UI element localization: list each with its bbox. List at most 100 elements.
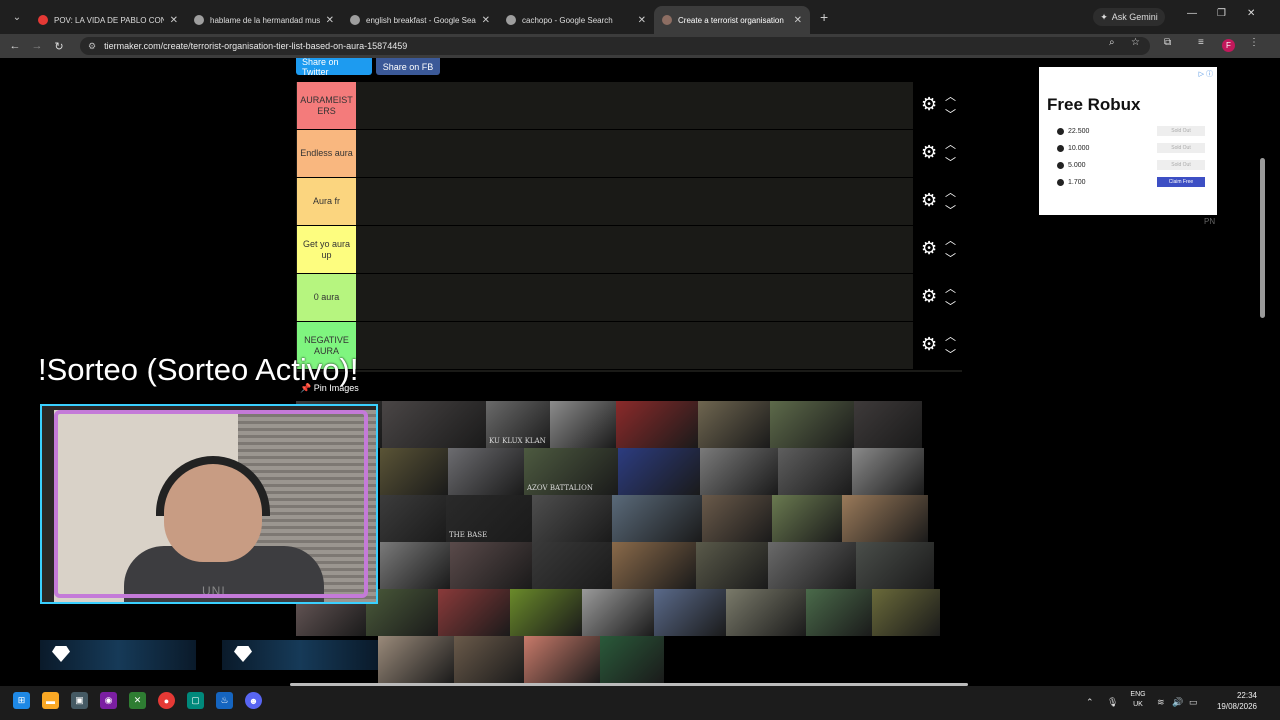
discord-icon[interactable]: ☻: [245, 692, 262, 709]
restore-icon[interactable]: ❐: [1217, 8, 1226, 19]
volume-icon[interactable]: 🔊: [1172, 697, 1183, 708]
ad-offer-button[interactable]: Claim Free: [1157, 177, 1205, 187]
tab-close-icon[interactable]: ✕: [482, 15, 490, 26]
tier-image-item[interactable]: [438, 589, 510, 636]
microphone-icon[interactable]: 🎙: [1107, 697, 1118, 708]
close-window-icon[interactable]: ✕: [1247, 8, 1255, 19]
browser-tab[interactable]: Create a terrorist organisation ✕: [654, 6, 810, 34]
profile-avatar[interactable]: F: [1222, 39, 1235, 52]
tier-image-item[interactable]: [778, 448, 852, 495]
tier-image-item[interactable]: [768, 542, 856, 589]
tier-image-item[interactable]: [510, 589, 582, 636]
tier-label[interactable]: AURAMEIST ERS: [297, 82, 356, 129]
site-info-icon[interactable]: ⚙: [88, 41, 96, 52]
share-twitter-button[interactable]: Share on Twitter: [296, 57, 372, 77]
new-tab-button[interactable]: +: [820, 9, 828, 25]
tier-image-item[interactable]: [550, 401, 616, 448]
bookmark-star-icon[interactable]: ☆: [1131, 37, 1140, 48]
vertical-scrollbar[interactable]: [1257, 62, 1267, 682]
tier-image-item[interactable]: [380, 495, 446, 542]
browser-tab[interactable]: english breakfast - Google Sear ✕: [342, 6, 498, 34]
ad-offer-button[interactable]: Sold Out: [1157, 160, 1205, 170]
tier-image-item[interactable]: [854, 401, 922, 448]
tier-image-item[interactable]: [454, 636, 524, 683]
tier-image-item[interactable]: [856, 542, 934, 589]
file-explorer-icon[interactable]: ▬: [42, 692, 59, 709]
wifi-icon[interactable]: ≋: [1157, 697, 1165, 708]
tier-image-item[interactable]: THE BASE: [446, 495, 532, 542]
tier-image-item[interactable]: [842, 495, 928, 542]
address-bar[interactable]: ⚙ tiermaker.com/create/terrorist-organis…: [80, 37, 1150, 55]
tier-image-item[interactable]: [852, 448, 924, 495]
tier-label[interactable]: 0 aura: [297, 274, 356, 321]
tier-image-item[interactable]: [654, 589, 726, 636]
tier-image-item[interactable]: [448, 448, 524, 495]
tier-image-item[interactable]: [702, 495, 772, 542]
chevron-down-icon[interactable]: ﹀: [945, 346, 956, 362]
store-icon[interactable]: ▣: [71, 692, 88, 709]
tier-drop-zone[interactable]: [357, 130, 913, 177]
chevron-up-icon[interactable]: ︿: [945, 88, 956, 104]
menu-kebab-icon[interactable]: ⋮: [1249, 37, 1259, 48]
tier-image-item[interactable]: [532, 495, 612, 542]
gear-icon[interactable]: ⚙: [921, 94, 937, 114]
tier-image-item[interactable]: [450, 542, 532, 589]
scroll-thumb[interactable]: [1260, 158, 1265, 318]
tier-label[interactable]: Endless aura: [297, 130, 356, 177]
browser-tab[interactable]: hablame de la hermandad mus ✕: [186, 6, 342, 34]
gear-icon[interactable]: ⚙: [921, 286, 937, 306]
gear-icon[interactable]: ⚙: [921, 190, 937, 210]
tier-image-item[interactable]: [700, 448, 778, 495]
chrome-icon[interactable]: ●: [158, 692, 175, 709]
ad-offer-button[interactable]: Sold Out: [1157, 143, 1205, 153]
minimize-icon[interactable]: —: [1187, 8, 1197, 19]
language-indicator[interactable]: ENG UK: [1126, 690, 1150, 710]
tier-label[interactable]: Aura fr: [297, 178, 356, 225]
battery-icon[interactable]: ▭: [1189, 697, 1198, 708]
tray-chevron-icon[interactable]: ⌃: [1086, 697, 1094, 708]
tier-drop-zone[interactable]: [357, 274, 913, 321]
xbox-icon[interactable]: ✕: [129, 692, 146, 709]
browser-tab[interactable]: cachopo - Google Search ✕: [498, 6, 654, 34]
tier-image-item[interactable]: AZOV BATTALION: [524, 448, 618, 495]
chevron-up-icon[interactable]: ︿: [945, 280, 956, 296]
tier-image-item[interactable]: [698, 401, 770, 448]
tier-image-item[interactable]: [532, 542, 612, 589]
reading-list-icon[interactable]: ≡: [1198, 37, 1204, 48]
ad-offer-button[interactable]: Sold Out: [1157, 126, 1205, 136]
tier-image-item[interactable]: [618, 448, 700, 495]
chevron-up-icon[interactable]: ︿: [945, 136, 956, 152]
tab-close-icon[interactable]: ✕: [794, 15, 802, 26]
share-facebook-button[interactable]: Share on FB: [376, 58, 440, 75]
tier-image-item[interactable]: [616, 401, 698, 448]
tier-image-item[interactable]: [582, 589, 654, 636]
tier-image-item[interactable]: [600, 636, 664, 683]
ask-gemini-button[interactable]: ✦ Ask Gemini: [1093, 8, 1165, 26]
tier-image-item[interactable]: [612, 495, 702, 542]
tier-image-item[interactable]: [770, 401, 854, 448]
tier-image-item[interactable]: [382, 401, 486, 448]
tab-search-button[interactable]: ⌄: [4, 4, 30, 30]
app-icon[interactable]: ◉: [100, 692, 117, 709]
gear-icon[interactable]: ⚙: [921, 334, 937, 354]
chevron-down-icon[interactable]: ﹀: [945, 298, 956, 314]
taskbar-clock[interactable]: 22:34 19/08/2026: [1207, 690, 1257, 712]
extensions-icon[interactable]: ⧉: [1164, 37, 1171, 48]
chevron-down-icon[interactable]: ﹀: [945, 106, 956, 122]
tier-image-item[interactable]: [524, 636, 600, 683]
zoom-icon[interactable]: ⌕: [1109, 37, 1115, 48]
tab-close-icon[interactable]: ✕: [638, 15, 646, 26]
tier-drop-zone[interactable]: [357, 82, 913, 129]
chevron-up-icon[interactable]: ︿: [945, 232, 956, 248]
back-icon[interactable]: ←: [4, 40, 26, 52]
reload-icon[interactable]: ↻: [48, 40, 70, 53]
tier-image-item[interactable]: [696, 542, 768, 589]
tier-drop-zone[interactable]: [357, 322, 913, 369]
tier-image-item[interactable]: [726, 589, 806, 636]
forward-icon[interactable]: →: [26, 40, 48, 52]
tier-drop-zone[interactable]: [357, 178, 913, 225]
browser-tab[interactable]: POV: LA VIDA DE PABLO CON Il ✕: [30, 6, 186, 34]
ad-banner[interactable]: ▷ ⓘ Free Robux 22.500 Sold Out 10.000 Sold …: [1039, 67, 1217, 215]
chevron-down-icon[interactable]: ﹀: [945, 202, 956, 218]
tier-label[interactable]: Get yo aura up: [297, 226, 356, 273]
